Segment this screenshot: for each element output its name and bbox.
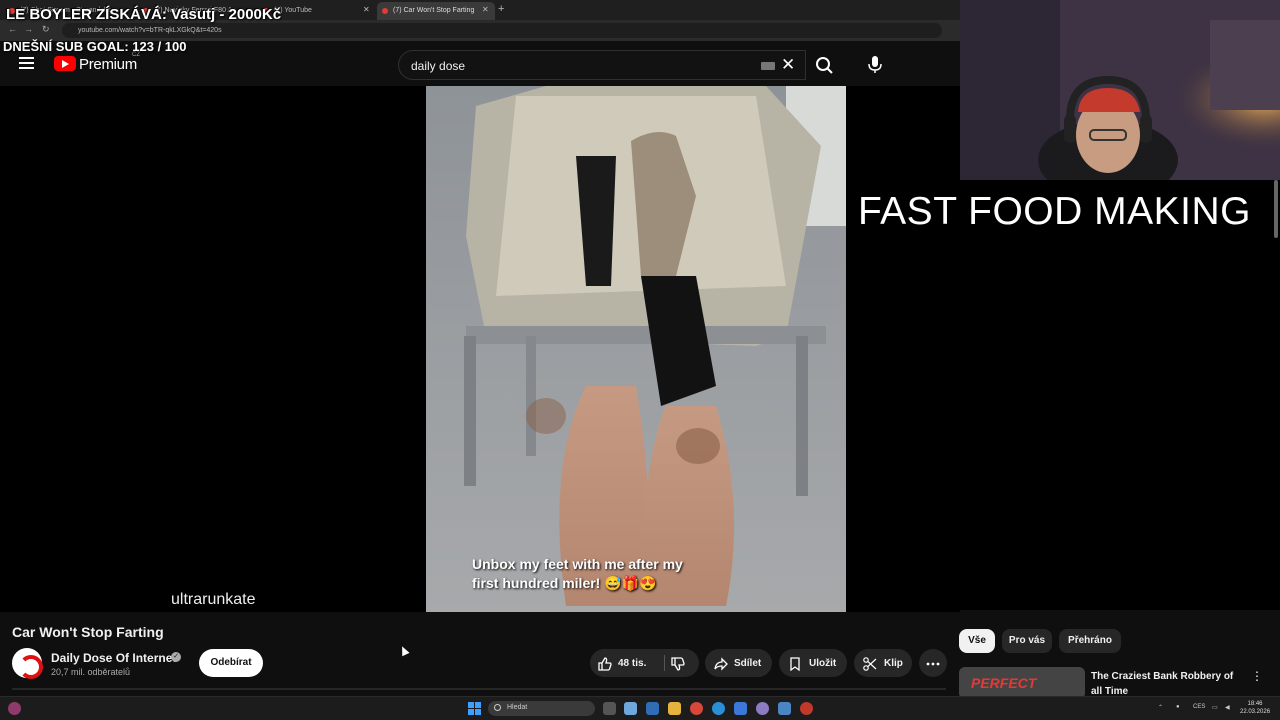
channel-avatar[interactable] <box>12 648 43 679</box>
sub-goal-overlay: DNEŠNÍ SUB GOAL: 123 / 100 <box>3 39 187 54</box>
windows-start-icon[interactable] <box>468 702 481 715</box>
video-caption-line: Unbox my feet with me after my <box>472 556 683 572</box>
weather-widget-icon[interactable] <box>8 702 21 715</box>
like-thumb-up-icon[interactable] <box>597 656 613 672</box>
search-button[interactable] <box>806 50 842 80</box>
share-arrow-icon <box>714 657 728 671</box>
verified-check-icon: ✓ <box>171 652 181 662</box>
edge-icon[interactable] <box>712 702 725 715</box>
forward-icon[interactable]: → <box>24 24 33 34</box>
taskbar-search-placeholder: Hledat <box>507 704 528 711</box>
url-field[interactable]: youtube.com/watch?v=bTR-qkLXGkQ&t=420s <box>62 23 942 38</box>
new-tab-icon[interactable]: + <box>498 3 504 15</box>
keyboard-language[interactable]: CES <box>1193 704 1205 710</box>
subscribe-button[interactable]: Odebírat <box>199 649 263 677</box>
tray-mic-icon[interactable]: ● <box>1176 704 1180 710</box>
creator-watermark: ultrarunkate <box>171 591 256 608</box>
discord-icon[interactable] <box>756 702 769 715</box>
recommendation-title[interactable]: The Craziest Bank Robbery of all Time <box>1091 669 1241 699</box>
youtube-premium-label[interactable]: Premium <box>79 56 137 73</box>
search-input-value: daily dose <box>411 59 466 73</box>
back-icon[interactable]: ← <box>8 24 17 34</box>
tray-chevron-icon[interactable]: ⌃ <box>1158 704 1163 711</box>
streamer-webcam <box>960 0 1280 180</box>
chip-all[interactable]: Vše <box>959 629 995 653</box>
reload-icon[interactable]: ↻ <box>42 24 50 35</box>
task-view-icon[interactable] <box>603 702 616 715</box>
steam-icon[interactable] <box>778 702 791 715</box>
thumbnail-text: PERFECT <box>971 675 1037 691</box>
network-icon[interactable]: ▭ <box>1212 704 1218 711</box>
channel-name[interactable]: Daily Dose Of Internet <box>51 651 176 665</box>
scissors-icon <box>863 657 877 671</box>
recommendation-menu-icon[interactable]: ⋮ <box>1251 669 1263 683</box>
clock-time: 18:46 <box>1247 701 1263 707</box>
save-label: Uložit <box>809 658 837 669</box>
like-divider <box>664 655 665 671</box>
search-input[interactable]: daily dose ✕ <box>398 50 806 80</box>
system-clock[interactable]: 18:46 22.03.2026 <box>1240 700 1270 716</box>
subscriber-count: 20,7 mil. odběratelů <box>51 667 131 677</box>
share-button[interactable]: Sdílet <box>705 649 772 677</box>
like-dislike-group: 48 tis. <box>590 649 699 677</box>
browser-address-bar: ← → ↻ youtube.com/watch?v=bTR-qkLXGkQ&t=… <box>0 20 960 41</box>
keyboard-icon[interactable] <box>761 62 775 70</box>
store-icon[interactable] <box>646 702 659 715</box>
like-count[interactable]: 48 tis. <box>618 658 646 669</box>
voice-search-button[interactable] <box>860 49 890 79</box>
stream-topic-text: FAST FOOD MAKING <box>858 190 1251 233</box>
taskbar-search-input[interactable]: Hledat <box>488 701 595 716</box>
video-caption-line: first hundred miler! 😅🎁😍 <box>472 575 657 591</box>
clock-date: 22.03.2026 <box>1240 709 1271 715</box>
clip-label: Klip <box>884 658 903 669</box>
tab-close-icon[interactable]: ✕ <box>363 5 370 14</box>
youtube-logo-icon[interactable] <box>54 56 76 71</box>
more-horizontal-icon <box>926 662 940 666</box>
copilot-icon[interactable] <box>624 702 637 715</box>
tab-close-icon[interactable]: ✕ <box>482 5 489 14</box>
search-icon <box>816 57 833 74</box>
chip-watched[interactable]: Přehráno <box>1059 629 1121 653</box>
app-icon[interactable] <box>734 702 747 715</box>
taskbar-search-icon <box>494 704 501 711</box>
video-info-area: Car Won't Stop Farting Daily Dose Of Int… <box>0 612 1280 699</box>
video-frame[interactable]: Unbox my feet with me after my first hun… <box>426 86 846 612</box>
video-scene-image <box>426 86 846 612</box>
obs-icon[interactable] <box>800 702 813 715</box>
clear-search-icon[interactable]: ✕ <box>781 55 795 75</box>
donation-overlay: LE BOYLER ZÍSKÁVÁ: Vasutj - 2000Kč <box>6 6 282 23</box>
file-explorer-icon[interactable] <box>668 702 681 715</box>
share-label: Sdílet <box>734 658 762 669</box>
bookmark-icon <box>790 657 800 672</box>
more-actions-button[interactable] <box>919 649 947 677</box>
tab-favicon-icon <box>382 8 388 14</box>
video-title: Car Won't Stop Farting <box>12 624 164 640</box>
description-divider <box>12 688 946 690</box>
dislike-thumb-down-icon[interactable] <box>670 656 686 672</box>
recommendation-thumbnail[interactable]: PERFECT <box>959 667 1085 699</box>
clip-button[interactable]: Klip <box>854 649 912 677</box>
microphone-icon <box>868 56 882 73</box>
windows-taskbar: Hledat ⌃ ● CES ▭ ◀ 18:46 22.03.2026 <box>0 696 1280 720</box>
volume-icon[interactable]: ◀ <box>1225 704 1230 711</box>
stream-side-panel <box>960 180 1280 610</box>
hamburger-menu-icon[interactable] <box>19 57 34 69</box>
browser-tab-active[interactable]: (7) Car Won't Stop Farting <box>377 2 495 20</box>
page-scrollbar[interactable] <box>1274 180 1278 238</box>
save-button[interactable]: Uložit <box>779 649 847 677</box>
webcam-image <box>960 0 1280 180</box>
chip-for-you[interactable]: Pro vás <box>1002 629 1052 653</box>
chrome-icon[interactable] <box>690 702 703 715</box>
video-player[interactable]: Unbox my feet with me after my first hun… <box>0 86 960 612</box>
